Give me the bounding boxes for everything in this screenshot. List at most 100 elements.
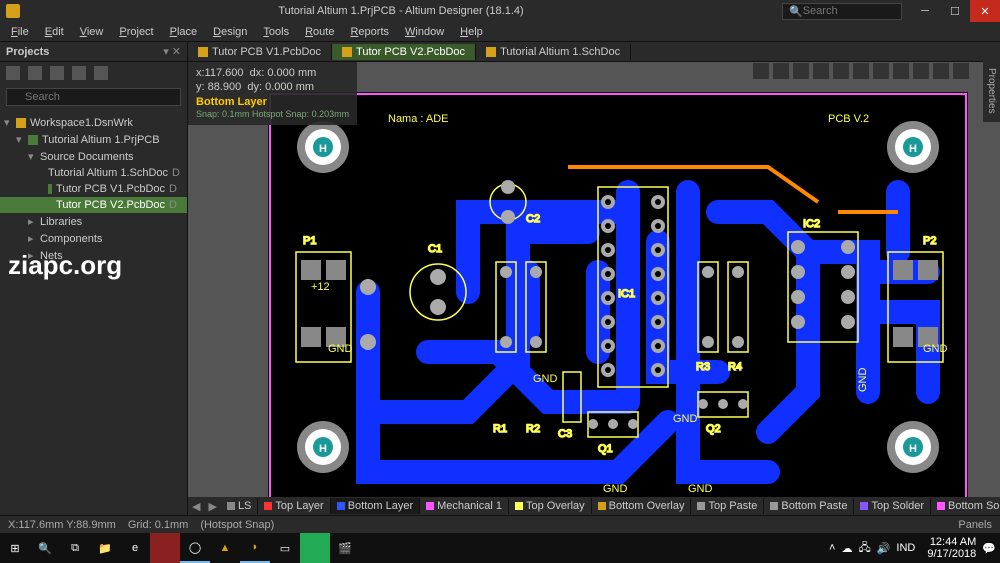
menu-design[interactable]: Design — [206, 24, 254, 40]
svg-text:Q2: Q2 — [706, 423, 721, 435]
projects-tree: ▾Workspace1.DsnWrk▾Tutorial Altium 1.Prj… — [0, 110, 187, 268]
search-button[interactable]: 🔍 — [30, 533, 60, 563]
tool-move[interactable] — [772, 62, 790, 80]
chrome-icon[interactable]: ◯ — [180, 533, 210, 563]
toolbar-btn-2[interactable] — [28, 66, 42, 80]
layer-top-paste[interactable]: Top Paste — [691, 498, 764, 514]
menu-help[interactable]: Help — [453, 24, 490, 40]
menu-route[interactable]: Route — [298, 24, 341, 40]
global-search[interactable]: 🔍 — [782, 3, 902, 20]
menu-window[interactable]: Window — [398, 24, 451, 40]
window-title: Tutorial Altium 1.PrjPCB - Altium Design… — [20, 5, 782, 17]
tree-row[interactable]: Tutor PCB V2.PcbDocD — [0, 197, 187, 213]
app-3[interactable]: ▭ — [270, 533, 300, 563]
tree-row[interactable]: ▾Source Documents — [0, 148, 187, 165]
layer-bottom-layer[interactable]: Bottom Layer — [331, 498, 420, 514]
tool-measure[interactable] — [832, 62, 850, 80]
status-snap: (Hotspot Snap) — [200, 519, 274, 531]
app-2[interactable]: ▲ — [210, 533, 240, 563]
pcb-canvas[interactable]: H H H H P1 P2 C1 — [188, 62, 1000, 497]
layer-mechanical-1[interactable]: Mechanical 1 — [420, 498, 509, 514]
altium-icon[interactable]: ◗ — [240, 533, 270, 563]
toolbar-btn-4[interactable] — [72, 66, 86, 80]
tree-row[interactable]: ▸Libraries — [0, 213, 187, 230]
svg-text:R3: R3 — [696, 361, 710, 373]
tree-row[interactable]: ▾Tutorial Altium 1.PrjPCB — [0, 131, 187, 148]
menu-view[interactable]: View — [73, 24, 111, 40]
panels-button[interactable]: Panels — [958, 519, 992, 531]
layer-top-overlay[interactable]: Top Overlay — [509, 498, 592, 514]
tool-3d[interactable] — [932, 62, 950, 80]
toolbar-btn-5[interactable] — [94, 66, 108, 80]
toolbar-btn-3[interactable] — [50, 66, 64, 80]
task-view[interactable]: ⧉ — [60, 533, 90, 563]
tab-Tutor PCB V1.PcbDoc[interactable]: Tutor PCB V1.PcbDoc — [188, 44, 332, 60]
layer-bottom-paste[interactable]: Bottom Paste — [764, 498, 854, 514]
tab-Tutor PCB V2.PcbDoc[interactable]: Tutor PCB V2.PcbDoc — [332, 44, 476, 60]
svg-text:GND: GND — [688, 483, 713, 495]
clock[interactable]: 12:44 AM 9/17/2018 — [921, 536, 976, 560]
svg-text:Nama : ADE: Nama : ADE — [388, 113, 449, 125]
tool-layers[interactable] — [952, 62, 970, 80]
tool-grid[interactable] — [892, 62, 910, 80]
menu-file[interactable]: File — [4, 24, 36, 40]
tree-row[interactable]: Tutor PCB V1.PcbDocD — [0, 181, 187, 197]
menu-place[interactable]: Place — [163, 24, 205, 40]
menu-project[interactable]: Project — [112, 24, 160, 40]
properties-tab[interactable]: Properties — [983, 60, 1000, 122]
tool-rect[interactable] — [792, 62, 810, 80]
app-1[interactable] — [150, 533, 180, 563]
svg-text:R2: R2 — [526, 423, 540, 435]
notifications-icon[interactable]: 💬 — [982, 542, 996, 555]
status-position: X:117.6mm Y:88.9mm — [8, 519, 116, 531]
panel-menu-icon[interactable]: ▾ ✕ — [163, 45, 181, 58]
tray-chevron[interactable]: ˄ — [829, 542, 835, 554]
edge-icon[interactable]: e — [120, 533, 150, 563]
tray-network[interactable]: 🖧 — [858, 539, 870, 558]
app-icon — [6, 4, 20, 18]
minimize-button[interactable]: ─ — [910, 0, 940, 22]
layer-top-layer[interactable]: Top Layer — [258, 498, 330, 514]
svg-text:GND: GND — [857, 368, 869, 393]
projects-toolbar — [0, 62, 187, 84]
projects-search[interactable] — [6, 88, 181, 106]
layer-ls[interactable]: LS — [221, 498, 258, 514]
tool-polygon[interactable] — [852, 62, 870, 80]
tray-lang[interactable]: IND — [896, 542, 915, 554]
tool-circle[interactable] — [872, 62, 890, 80]
layer-bottom-solder[interactable]: Bottom Solder — [931, 498, 1000, 514]
svg-text:IC2: IC2 — [803, 218, 820, 230]
svg-text:GND: GND — [923, 343, 948, 355]
svg-text:C1: C1 — [428, 243, 442, 255]
layer-bottom-overlay[interactable]: Bottom Overlay — [592, 498, 692, 514]
tree-row[interactable]: ▸Components — [0, 230, 187, 247]
file-explorer[interactable]: 📁 — [90, 533, 120, 563]
svg-text:GND: GND — [328, 343, 353, 355]
menu-edit[interactable]: Edit — [38, 24, 71, 40]
svg-text:H: H — [909, 443, 917, 455]
svg-text:GND: GND — [603, 483, 628, 495]
close-button[interactable]: ✕ — [970, 0, 1000, 22]
start-button[interactable]: ⊞ — [0, 533, 30, 563]
tree-row[interactable]: ▾Workspace1.DsnWrk — [0, 114, 187, 131]
app-4[interactable] — [300, 533, 330, 563]
tool-2d[interactable] — [912, 62, 930, 80]
pcb-svg: H H H H P1 P2 C1 — [268, 92, 968, 497]
tree-row[interactable]: Tutorial Altium 1.SchDocD — [0, 165, 187, 181]
tool-select[interactable] — [752, 62, 770, 80]
windows-taskbar: ⊞ 🔍 ⧉ 📁 e ◯ ▲ ◗ ▭ 🎬 ˄ ☁ 🖧 🔊 IND 12:44 AM… — [0, 533, 1000, 563]
document-tabs: Tutor PCB V1.PcbDocTutor PCB V2.PcbDocTu… — [188, 42, 1000, 62]
toolbar-btn-1[interactable] — [6, 66, 20, 80]
svg-text:GND: GND — [673, 413, 698, 425]
tray-cloud[interactable]: ☁ — [841, 542, 852, 555]
tool-line[interactable] — [812, 62, 830, 80]
tab-Tutorial Altium 1.SchDoc[interactable]: Tutorial Altium 1.SchDoc — [476, 44, 631, 60]
menu-tools[interactable]: Tools — [256, 24, 296, 40]
maximize-button[interactable]: ☐ — [940, 0, 970, 22]
search-input[interactable] — [803, 5, 893, 17]
tray-volume[interactable]: 🔊 — [877, 542, 891, 555]
cursor-coordinates: x:117.600 dx: 0.000 mm y: 88.900 dy: 0.0… — [188, 62, 357, 125]
layer-top-solder[interactable]: Top Solder — [854, 498, 931, 514]
app-5[interactable]: 🎬 — [330, 533, 360, 563]
menu-reports[interactable]: Reports — [343, 24, 396, 40]
